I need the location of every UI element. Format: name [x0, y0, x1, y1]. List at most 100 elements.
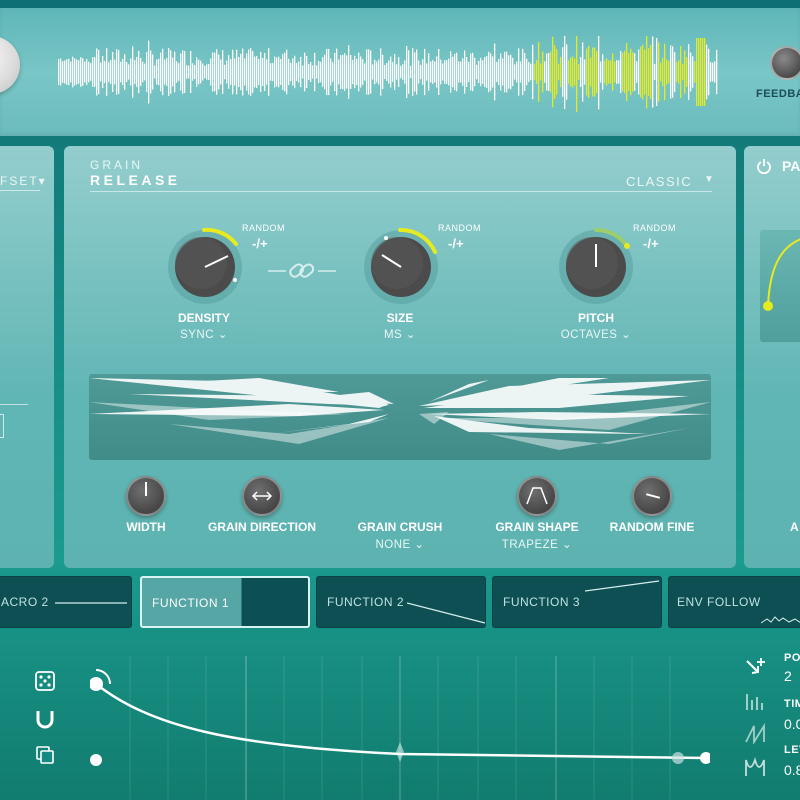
- envelope-graph: [89, 656, 712, 800]
- waveform-bar: [220, 59, 222, 85]
- waveform-bar: [668, 61, 670, 83]
- bars-icon[interactable]: [744, 690, 766, 712]
- waveform-bar: [86, 59, 88, 85]
- density-random-value[interactable]: -/+: [252, 236, 268, 251]
- tab-macro-2[interactable]: ACRO 2: [0, 576, 132, 628]
- grain-crush-dropdown[interactable]: NONE ⌄: [335, 537, 465, 551]
- waveform-bar: [300, 56, 302, 88]
- waveform-bar: [530, 63, 532, 81]
- waveform-bar: [548, 53, 550, 91]
- waveform-bar: [216, 49, 218, 95]
- grain-shape-knob[interactable]: [517, 476, 557, 516]
- tab-env-follow[interactable]: ENV FOLLOW: [668, 576, 800, 628]
- level-value[interactable]: 0.8: [784, 762, 800, 778]
- waveform-bar: [420, 64, 422, 80]
- right-envelope-graph[interactable]: [760, 230, 800, 342]
- pitch-random-value[interactable]: -/+: [643, 236, 659, 251]
- magnet-icon[interactable]: [34, 708, 56, 730]
- grain-shape-dropdown[interactable]: TRAPEZE ⌄: [472, 537, 602, 551]
- waveform-bar: [64, 60, 66, 84]
- waveform-bar: [572, 56, 574, 88]
- time-value[interactable]: 0.0: [784, 716, 800, 732]
- waveform-bar: [110, 60, 112, 84]
- size-knob-ring[interactable]: [356, 222, 446, 312]
- dice-icon[interactable]: [34, 670, 56, 692]
- grain-visualizer: [89, 374, 711, 460]
- waveform-bar: [354, 55, 356, 89]
- waveform-bar: [392, 62, 394, 82]
- waveform-bar: [136, 57, 138, 87]
- waveform-bar: [448, 58, 450, 86]
- mode-dropdown[interactable]: CLASSIC: [626, 174, 692, 189]
- tab-function-2[interactable]: FUNCTION 2: [316, 576, 486, 628]
- power-icon[interactable]: [756, 158, 772, 174]
- left-checkbox[interactable]: [0, 414, 4, 438]
- waveform-bar: [632, 52, 634, 92]
- random-fine-knob[interactable]: [632, 476, 672, 516]
- waveform-bar: [614, 61, 616, 83]
- density-sub-dropdown[interactable]: SYNC ⌄: [144, 327, 264, 341]
- curve-icon[interactable]: [744, 756, 766, 778]
- top-strip: [0, 0, 800, 8]
- waveform-bar: [474, 57, 476, 87]
- link-icon[interactable]: [266, 256, 338, 286]
- envelope-editor[interactable]: [89, 656, 712, 800]
- waveform-bar: [502, 58, 504, 86]
- waveform-bar: [70, 61, 72, 83]
- waveform-bar: [544, 61, 546, 83]
- width-knob[interactable]: [126, 476, 166, 516]
- waveform-bar: [580, 57, 582, 87]
- waveform-bar: [130, 58, 132, 86]
- waveform-bar: [438, 49, 440, 95]
- waveform-bar: [280, 58, 282, 86]
- pitch-knob-ring[interactable]: [551, 222, 641, 312]
- waveform-display[interactable]: [58, 36, 742, 112]
- waveform-bar: [232, 49, 234, 95]
- waveform-bar: [344, 53, 346, 91]
- waveform-bar: [170, 50, 172, 94]
- size-random-value[interactable]: -/+: [448, 236, 464, 251]
- waveform-bar: [382, 54, 384, 90]
- waveform-bar: [508, 55, 510, 89]
- tab-preview-line: [55, 602, 127, 604]
- waveform-bar: [332, 62, 334, 82]
- divider: [0, 190, 40, 191]
- density-knob-ring[interactable]: [160, 222, 250, 312]
- time-label: TIM: [784, 698, 800, 710]
- chevron-down-icon: ▼: [704, 174, 714, 185]
- waveform-bar: [582, 42, 584, 102]
- ramp-icon[interactable]: [744, 722, 766, 744]
- points-value[interactable]: 2: [784, 668, 792, 684]
- grain-shape-label: GRAIN SHAPE: [495, 520, 579, 534]
- waveform-bar: [118, 50, 120, 94]
- size-sub-dropdown[interactable]: MS ⌄: [340, 327, 460, 341]
- waveform-bar: [250, 48, 252, 96]
- waveform-bar: [504, 51, 506, 93]
- waveform-bar: [294, 55, 296, 89]
- add-point-icon[interactable]: [744, 656, 766, 678]
- waveform-bar: [574, 58, 576, 86]
- waveform-bar: [162, 48, 164, 96]
- copy-icon[interactable]: [34, 744, 56, 766]
- waveform-bar: [274, 56, 276, 88]
- waveform-bar: [182, 50, 184, 94]
- waveform-bar: [712, 62, 714, 82]
- feedback-knob[interactable]: [770, 46, 800, 80]
- waveform-bar: [486, 56, 488, 88]
- offset-dropdown[interactable]: FSET▾: [0, 174, 47, 188]
- grain-direction-knob[interactable]: [242, 476, 282, 516]
- waveform-bar: [314, 52, 316, 92]
- waveform-bar: [596, 50, 598, 94]
- tab-function-1[interactable]: FUNCTION 1: [140, 576, 310, 628]
- waveform-bar: [378, 59, 380, 85]
- waveform-bar: [212, 52, 214, 92]
- waveform-bar: [394, 54, 396, 90]
- tab-function-3[interactable]: FUNCTION 3: [492, 576, 662, 628]
- waveform-bar: [484, 57, 486, 87]
- waveform-bar: [178, 63, 180, 81]
- waveform-bar: [696, 38, 698, 106]
- pitch-sub-dropdown[interactable]: OCTAVES ⌄: [536, 327, 656, 341]
- waveform-bar: [262, 58, 264, 86]
- size-label: SIZE: [386, 311, 414, 325]
- waveform-bar: [556, 49, 558, 95]
